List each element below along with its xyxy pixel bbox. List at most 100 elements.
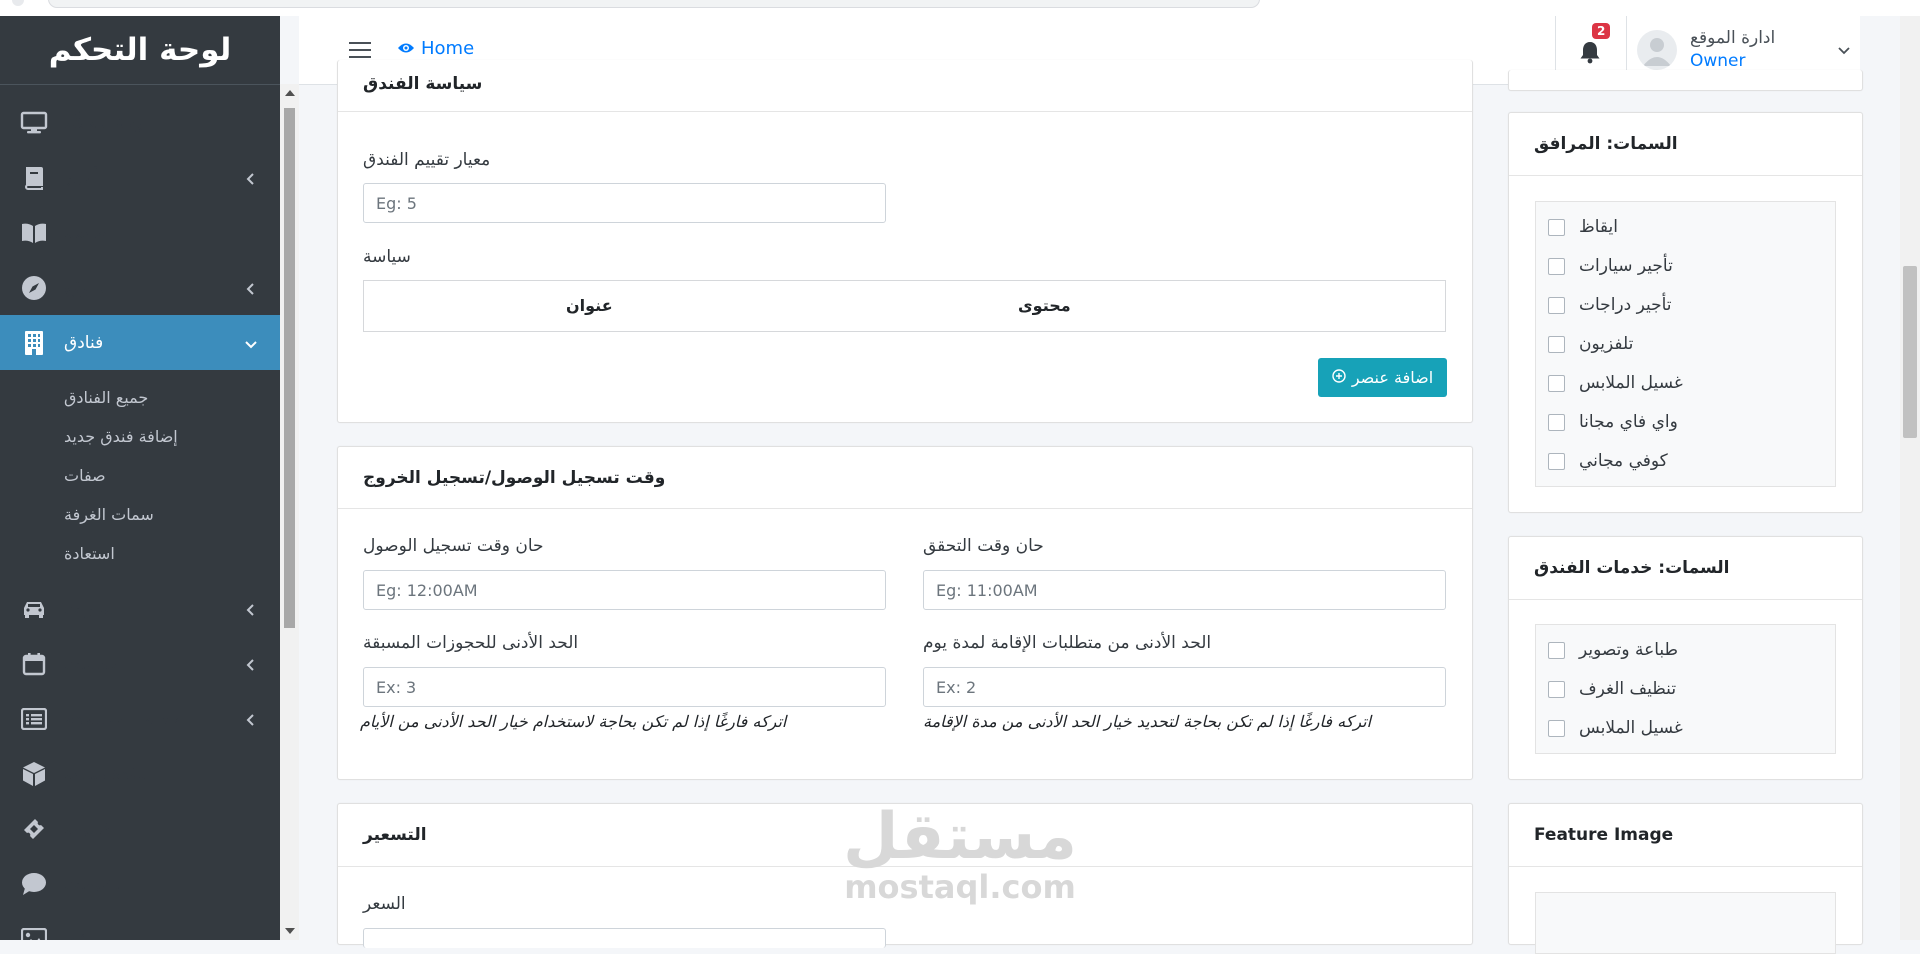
- hotel-services-card: السمات: خدمات الفندق طباعة وتصوير تنظيف …: [1508, 536, 1863, 780]
- list-icon: [20, 706, 48, 732]
- sidebar-subitem-attributes[interactable]: صفات: [0, 456, 280, 495]
- chevron-left-icon: [244, 171, 258, 185]
- services-checklist: طباعة وتصوير تنظيف الغرف غسيل الملابس: [1535, 624, 1836, 754]
- comment-icon: [20, 871, 48, 897]
- sidebar-item-news[interactable]: أخبار: [0, 150, 280, 205]
- checkbox-square[interactable]: [1548, 719, 1565, 737]
- sidebar-subitem-recovery[interactable]: استعادة: [0, 534, 280, 573]
- avatar[interactable]: [1637, 30, 1677, 70]
- chevron-down-icon: [244, 336, 258, 350]
- sidebar-subitem-add-hotel[interactable]: إضافة فندق جديد: [0, 417, 280, 456]
- sidebar-item-label: التقييمات: [64, 873, 129, 894]
- facility-checkbox[interactable]: تأجير دراجات: [1548, 295, 1672, 315]
- min-advance-placeholder: Ex: 3: [376, 677, 417, 697]
- price-input[interactable]: [363, 928, 886, 948]
- sidebar-scrollbar[interactable]: [280, 84, 299, 940]
- sidebar-item-label: خطط المستخدم: [64, 708, 181, 729]
- checkbox-square[interactable]: [1548, 218, 1565, 236]
- sidebar: لوحة التحكم لوحة التحكّم أخبار صفحة المو…: [0, 16, 280, 940]
- facility-checkbox[interactable]: تلفزيون: [1548, 334, 1633, 354]
- car-icon: [20, 596, 48, 622]
- min-advance-label: الحد الأدنى للحجوزات المسبقة: [363, 633, 579, 653]
- checkbox-square[interactable]: [1548, 374, 1565, 392]
- sidebar-item-page[interactable]: صفحة: [0, 205, 280, 260]
- checkbox-label: غسيل الملابس: [1579, 718, 1683, 738]
- service-checkbox[interactable]: تنظيف الغرف: [1548, 679, 1676, 699]
- sidebar-item-user-plans[interactable]: خطط المستخدم: [0, 691, 280, 746]
- min-advance-input[interactable]: Ex: 3: [363, 667, 886, 707]
- sidebar-item-hotels[interactable]: فنادق: [0, 315, 280, 370]
- facilities-card: السمات: المرافق ايقاظ تأجير سيارات تأجير…: [1508, 112, 1863, 513]
- checkbox-square[interactable]: [1548, 452, 1565, 470]
- checkbox-square[interactable]: [1548, 335, 1565, 353]
- checkout-time-input[interactable]: Eg: 11:00AM: [923, 570, 1446, 610]
- policy-table-header-content: محتوى: [1018, 296, 1071, 315]
- pricing-card: التسعير السعر: [337, 803, 1473, 948]
- checkout-time-placeholder: Eg: 11:00AM: [936, 580, 1038, 600]
- monitor-icon: [20, 110, 48, 136]
- sidebar-subitem-room-attributes[interactable]: سمات الغرفة: [0, 495, 280, 534]
- scroll-up-arrow-icon[interactable]: [285, 90, 295, 96]
- checkin-time-placeholder: Eg: 12:00AM: [376, 580, 478, 600]
- add-item-button[interactable]: اضافة عنصر: [1318, 358, 1447, 397]
- facility-checkbox[interactable]: تأجير سيارات: [1548, 256, 1673, 276]
- sidebar-item-label: لوحة التحكّم: [64, 112, 150, 133]
- min-stay-input[interactable]: Ex: 2: [923, 667, 1446, 707]
- checkbox-square[interactable]: [1548, 257, 1565, 275]
- compass-icon: [20, 275, 48, 301]
- card-title: Feature Image: [1509, 804, 1862, 867]
- min-stay-placeholder: Ex: 2: [936, 677, 977, 697]
- sidebar-item-cars[interactable]: سيارات: [0, 581, 280, 636]
- checkin-time-input[interactable]: Eg: 12:00AM: [363, 570, 886, 610]
- checkbox-square[interactable]: [1548, 680, 1565, 698]
- min-stay-label: الحد الأدنى من متطلبات الإقامة لمدة يوم: [923, 633, 1212, 653]
- sidebar-scroll-thumb[interactable]: [284, 108, 295, 628]
- hotel-policy-card: سياسة الفندق معيار تقييم الفندق Eg: 5 سي…: [337, 60, 1473, 423]
- checkin-checkout-card: وقت تسجيل الوصول/تسجيل الخروج حان وقت تس…: [337, 446, 1473, 780]
- sidebar-item-label: صفحة: [64, 222, 108, 243]
- browser-dot: [12, 0, 24, 6]
- rating-input[interactable]: Eg: 5: [363, 183, 886, 223]
- rating-placeholder: Eg: 5: [376, 193, 417, 213]
- checkbox-label: تأجير سيارات: [1579, 256, 1673, 276]
- user-name[interactable]: ادارة الموقع: [1690, 28, 1775, 48]
- calendar-icon: [20, 651, 48, 677]
- sidebar-item-location[interactable]: الموقع: [0, 260, 280, 315]
- sidebar-item-popup[interactable]: نافذة منبثقة: [0, 746, 280, 801]
- facility-checkbox[interactable]: واي فاي مجانا: [1548, 412, 1678, 432]
- sidebar-subitem-all-hotels[interactable]: جميع الفنادق: [0, 378, 280, 417]
- chevron-left-icon: [244, 602, 258, 616]
- page-scroll-thumb[interactable]: [1903, 266, 1917, 438]
- sidebar-item-label: الموقع: [64, 277, 110, 298]
- checkbox-label: ايقاظ: [1579, 217, 1618, 237]
- sidebar-item-events[interactable]: معاليات: [0, 636, 280, 691]
- brand-title[interactable]: لوحة التحكم: [0, 16, 280, 85]
- page-scrollbar[interactable]: [1900, 16, 1920, 940]
- sidebar-item-coupon[interactable]: قسيمة: [0, 801, 280, 856]
- sidebar-item-media[interactable]: وسائط: [0, 911, 280, 940]
- chevron-down-icon[interactable]: [1837, 42, 1851, 61]
- plus-circle-icon: [1332, 368, 1346, 387]
- facility-checkbox[interactable]: ايقاظ: [1548, 217, 1618, 237]
- browser-address-bar[interactable]: [48, 0, 1260, 8]
- checkbox-square[interactable]: [1548, 641, 1565, 659]
- service-checkbox[interactable]: غسيل الملابس: [1548, 718, 1683, 738]
- checkbox-label: طباعة وتصوير: [1579, 640, 1679, 660]
- facility-checkbox[interactable]: كوفي مجاني: [1548, 451, 1668, 471]
- checkbox-square[interactable]: [1548, 296, 1565, 314]
- min-advance-help: اتركه فارغًا إذا لم تكن بحاجة لاستخدام خ…: [360, 712, 787, 731]
- card-title: سياسة الفندق: [338, 52, 1472, 112]
- service-checkbox[interactable]: طباعة وتصوير: [1548, 640, 1678, 660]
- sidebar-item-reviews[interactable]: التقييمات: [0, 856, 280, 911]
- chevron-left-icon: [244, 712, 258, 726]
- feature-image-dropzone[interactable]: [1535, 892, 1836, 954]
- checkbox-label: كوفي مجاني: [1579, 451, 1668, 471]
- facility-checkbox[interactable]: غسيل الملابس: [1548, 373, 1683, 393]
- checkbox-label: غسيل الملابس: [1579, 373, 1683, 393]
- sidebar-item-label: وسائط: [64, 928, 113, 941]
- sidebar-item-dashboard[interactable]: لوحة التحكّم: [0, 95, 280, 150]
- image-icon: [20, 926, 48, 940]
- price-label: السعر: [363, 894, 406, 914]
- scroll-down-arrow-icon[interactable]: [285, 928, 295, 934]
- checkbox-square[interactable]: [1548, 413, 1565, 431]
